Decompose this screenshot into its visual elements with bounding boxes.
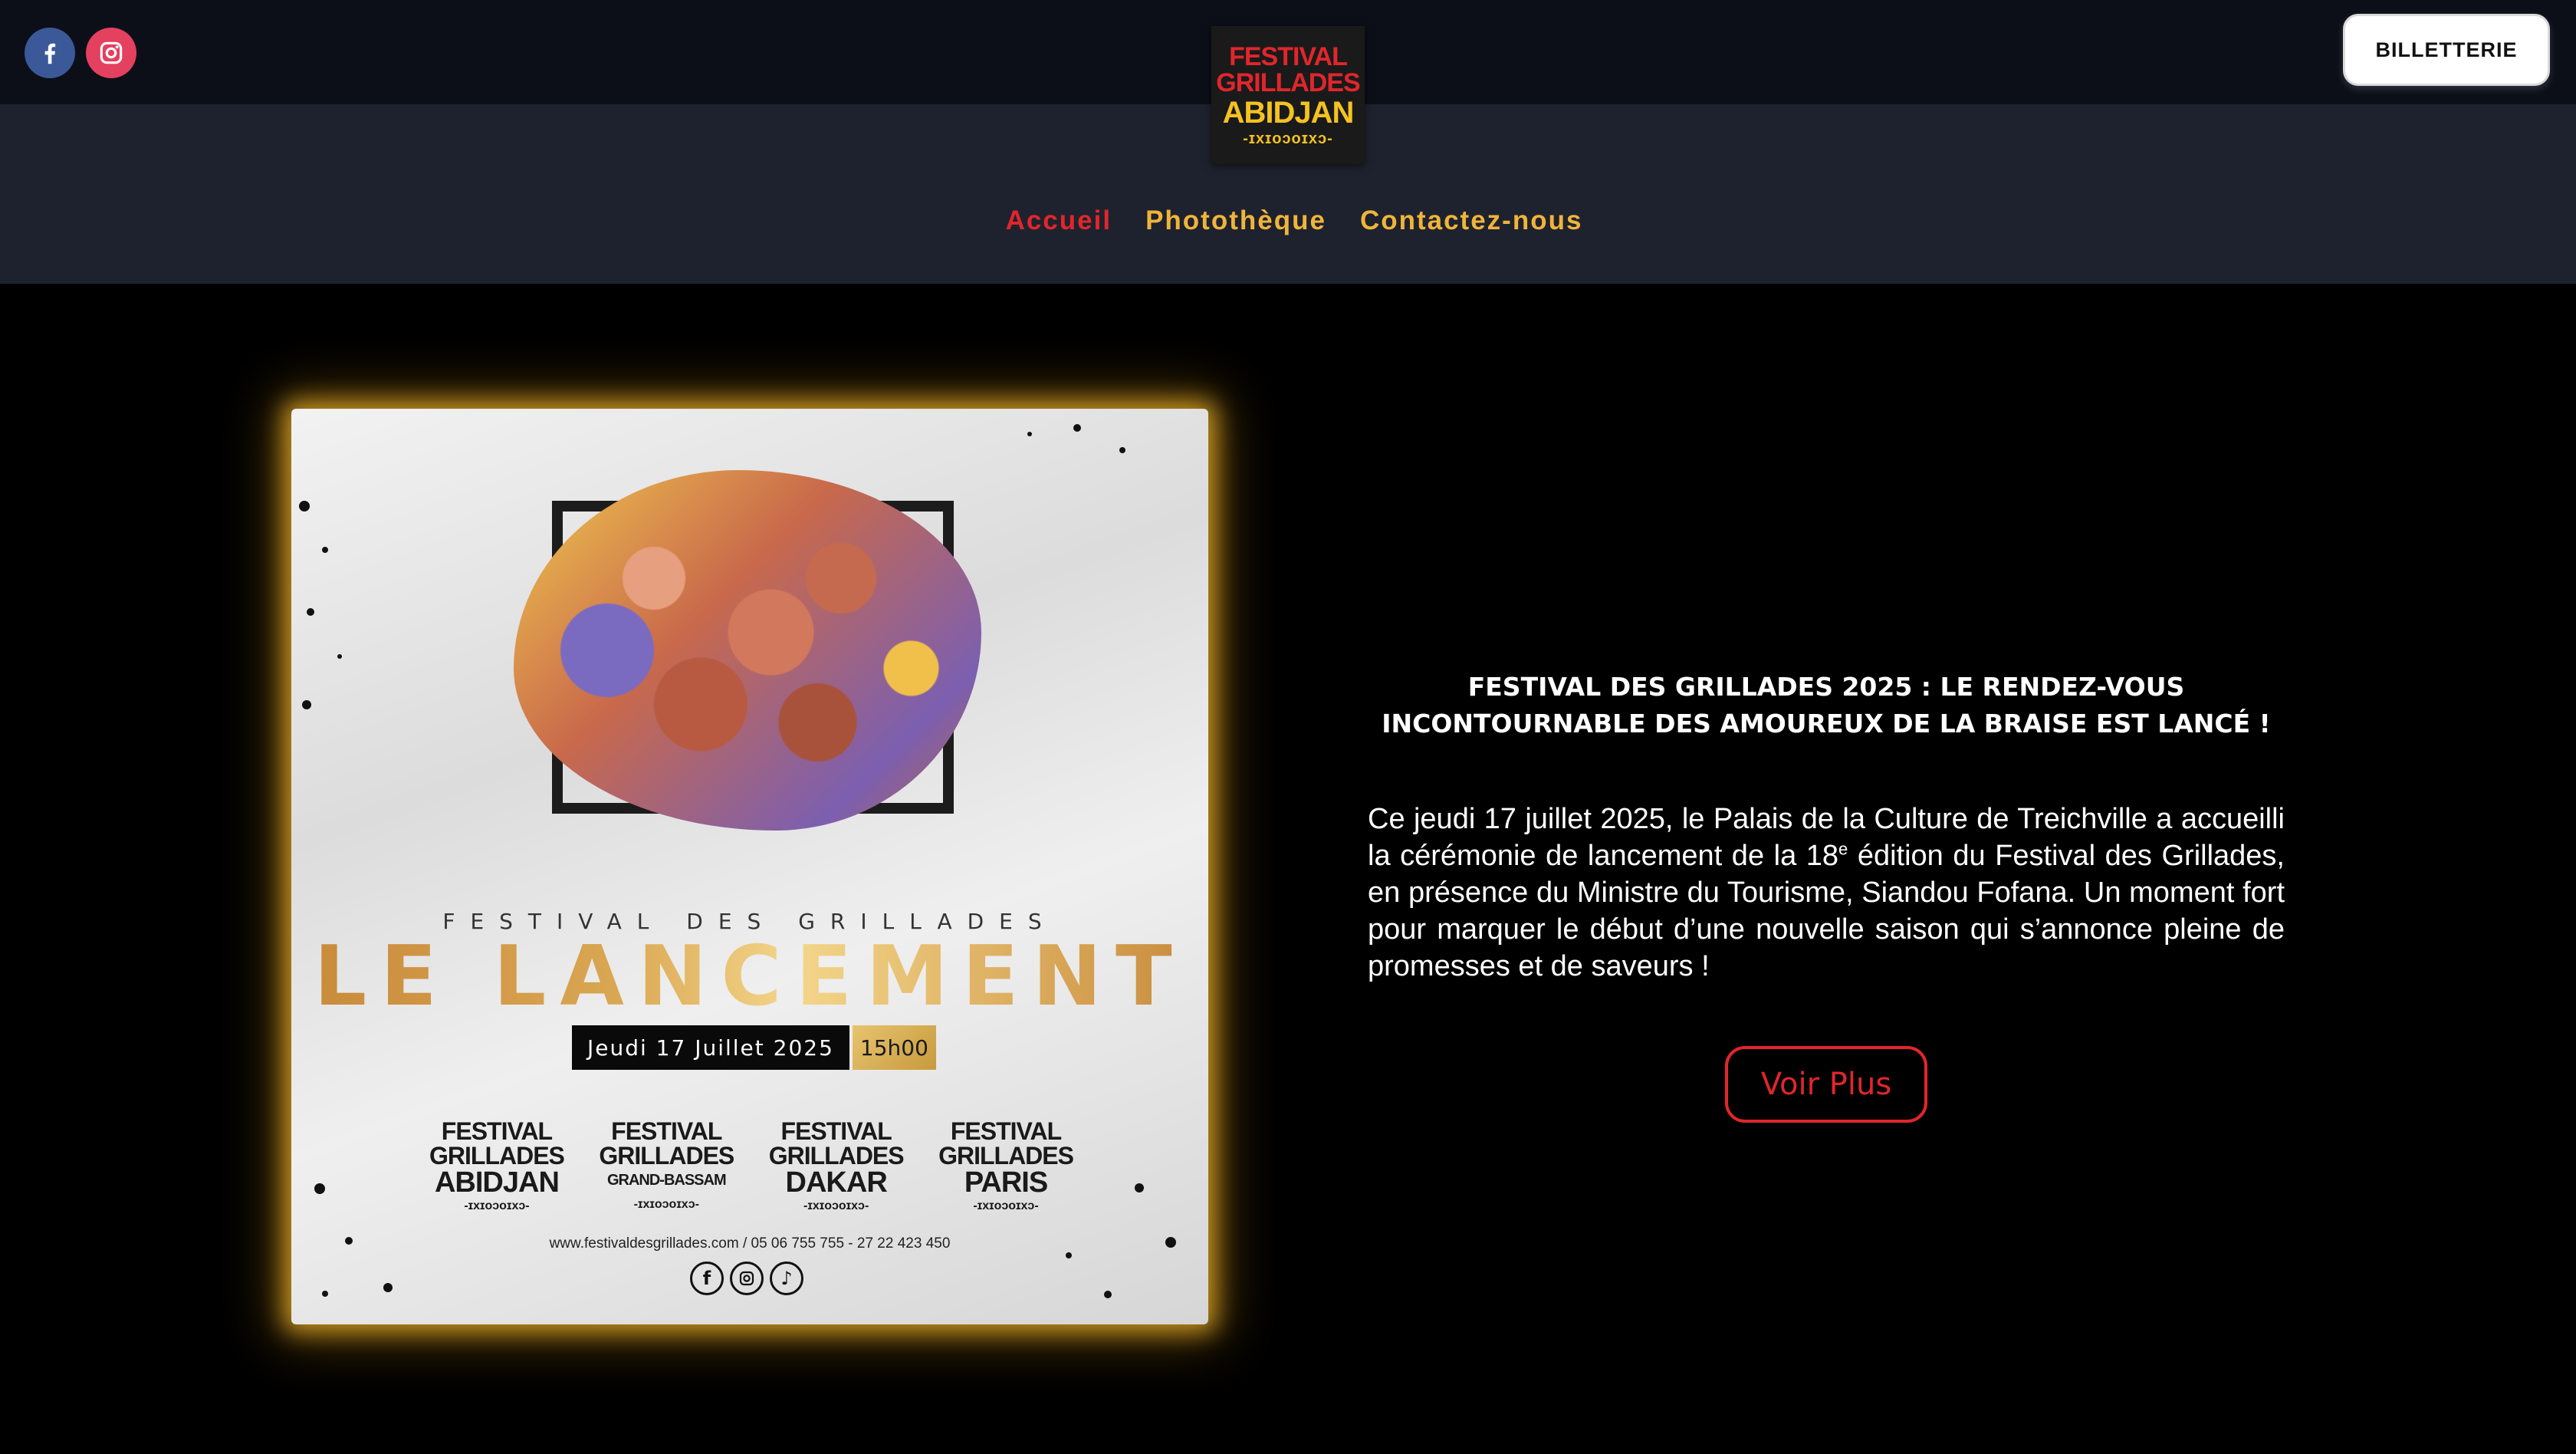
brand-logo-abidjan: FESTIVAL GRILLADES ABIDJAN -ɪxɪoɔoɪxɔ-	[429, 1117, 565, 1212]
ink-splatter	[314, 1183, 325, 1194]
instagram-icon	[730, 1262, 764, 1295]
poster-social-icons: f ♪	[690, 1262, 803, 1295]
brand-line-2: GRILLADES	[768, 1142, 905, 1169]
brand-logo-grand-bassam: FESTIVAL GRILLADES GRAND-BASSAM -ɪxɪoɔoɪ…	[599, 1119, 734, 1212]
voir-plus-button[interactable]: Voir Plus	[1725, 1046, 1927, 1123]
article-body: Ce jeudi 17 juillet 2025, le Palais de l…	[1368, 801, 2285, 985]
brand-decoration: -ɪxɪoɔoɪxɔ-	[464, 1199, 530, 1212]
billetterie-button[interactable]: BILLETTERIE	[2343, 14, 2550, 86]
ink-splatter	[307, 608, 314, 616]
brand-line-3: ABIDJAN	[434, 1166, 560, 1199]
brand-decoration: -ɪxɪoɔoɪxɔ-	[803, 1199, 869, 1212]
brand-line-1: FESTIVAL	[611, 1117, 722, 1145]
poster-date: Jeudi 17 Juillet 2025	[572, 1025, 849, 1070]
ink-splatter	[337, 654, 342, 659]
ink-splatter	[322, 1291, 328, 1297]
brand-line-2: GRILLADES	[429, 1142, 565, 1169]
brand-line-3: DAKAR	[785, 1166, 888, 1199]
poster-contact: www.festivaldesgrillades.com / 05 06 755…	[549, 1235, 951, 1252]
poster-brand-logos: FESTIVAL GRILLADES ABIDJAN -ɪxɪoɔoɪxɔ- F…	[429, 1117, 1074, 1212]
ink-splatter	[1104, 1291, 1112, 1298]
brand-line-2: GRILLADES	[938, 1142, 1074, 1169]
brand-logo-dakar: FESTIVAL GRILLADES DAKAR -ɪxɪoɔoɪxɔ-	[768, 1117, 905, 1212]
ink-splatter	[1135, 1183, 1144, 1192]
ink-splatter	[1119, 447, 1125, 453]
ink-splatter	[383, 1283, 393, 1292]
ink-splatter	[1066, 1252, 1072, 1258]
ordinal-suffix: e	[1838, 839, 1848, 859]
brand-line-2: GRILLADES	[599, 1142, 734, 1169]
facebook-icon	[44, 43, 56, 64]
event-poster[interactable]: FESTIVAL DES GRILLADES LE LANCEMENT Jeud…	[291, 409, 1208, 1324]
brand-line-1: FESTIVAL	[950, 1117, 1062, 1145]
nav-item-phototheque[interactable]: Photothèque	[1145, 206, 1326, 236]
logo-line-3: ABIDJAN	[1222, 96, 1355, 130]
brand-line-3: GRAND-BASSAM	[606, 1172, 727, 1189]
instagram-link[interactable]	[86, 28, 136, 78]
ink-splatter	[1073, 424, 1081, 432]
main-nav: Accueil Photothèque Contactez-nous	[0, 206, 2576, 236]
logo-line-1: FESTIVAL	[1229, 42, 1348, 71]
nav-item-accueil[interactable]: Accueil	[1006, 206, 1112, 236]
tiktok-icon: ♪	[770, 1262, 803, 1295]
logo-line-2: GRILLADES	[1216, 68, 1360, 97]
ink-splatter	[1027, 432, 1032, 436]
instagram-icon	[100, 41, 123, 64]
facebook-icon: f	[690, 1262, 724, 1295]
nav-item-contactez-nous[interactable]: Contactez-nous	[1360, 206, 1583, 236]
brand-decoration: -ɪxɪoɔoɪxɔ-	[633, 1198, 699, 1211]
brand-decoration: -ɪxɪoɔoɪxɔ-	[973, 1199, 1039, 1212]
grilled-meat-image	[514, 470, 981, 831]
facebook-link[interactable]	[25, 28, 75, 78]
poster-date-box: Jeudi 17 Juillet 2025 15h00	[572, 1025, 936, 1070]
brand-logo-paris: FESTIVAL GRILLADES PARIS -ɪxɪoɔoɪxɔ-	[938, 1117, 1074, 1212]
ink-splatter	[302, 700, 311, 709]
logo-decoration: -ɪxɪoɔoɪxɔ-	[1243, 130, 1333, 147]
ink-splatter	[299, 501, 310, 512]
brand-line-1: FESTIVAL	[441, 1117, 553, 1145]
poster-time: 15h00	[852, 1025, 936, 1070]
ink-splatter	[322, 547, 328, 553]
brand-line-1: FESTIVAL	[780, 1117, 892, 1145]
brand-line-3: PARIS	[964, 1166, 1048, 1199]
festival-logo[interactable]: FESTIVAL GRILLADES ABIDJAN -ɪxɪoɔoɪxɔ-	[1211, 26, 1365, 164]
poster-title: LE LANCEMENT	[291, 929, 1208, 1025]
article-title: FESTIVAL DES GRILLADES 2025 : LE RENDEZ-…	[1382, 672, 2271, 739]
